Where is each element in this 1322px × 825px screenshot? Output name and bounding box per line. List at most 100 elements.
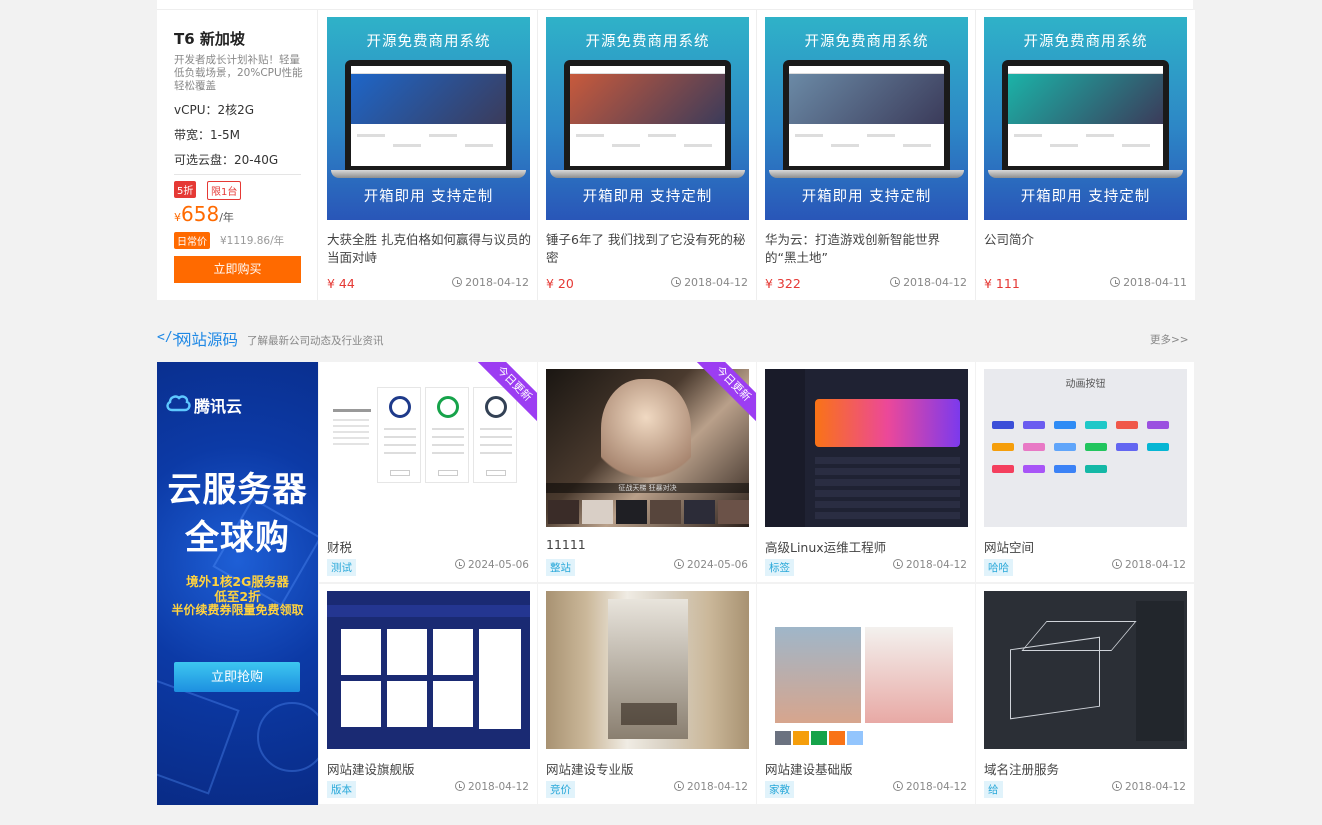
date-text: 2024-05-06 [467,559,529,571]
source-title[interactable]: 网站建设旗舰版 [327,759,415,778]
section-title[interactable]: 网站源码 [176,328,238,350]
flag-card [341,681,381,727]
server-description: 开发者成长计划补贴！轻量低负载场景，20%CPU性能轻松覆盖 [174,54,303,92]
clock-icon [671,277,682,287]
dash-row [815,490,960,497]
thumb-line [384,436,416,438]
clock-icon [1111,781,1122,791]
laptop-illustration [564,60,731,172]
source-card[interactable]: 网站建设基础版 家教 2018-04-12 [757,584,975,804]
source-thumbnail[interactable] [984,591,1187,749]
cad-box-top [1021,621,1137,651]
source-thumbnail[interactable] [765,591,968,749]
anim-button [1054,465,1076,473]
server-price: ¥658/年 [174,202,234,226]
source-tag[interactable]: 标签 [765,559,794,576]
screen-bar [576,134,604,137]
wuxia-seal [621,703,677,725]
tencent-cloud-ad[interactable]: 腾讯云 云服务器 全球购 境外1核2G服务器 低至2折 半价续费券限量免费领取 … [157,362,318,805]
date-text: 2018-04-12 [465,276,529,289]
source-date: 2018-04-12 [1111,559,1186,571]
screen-bar [903,144,931,147]
product-price: ¥ 44 [327,276,355,291]
source-title[interactable]: 网站建设基础版 [765,759,853,778]
source-card[interactable]: 网站建设专业版 竞价 2018-04-12 [538,584,756,804]
source-title[interactable]: 网站空间 [984,537,1034,556]
source-tag[interactable]: 整站 [546,559,575,576]
product-image[interactable]: 开源免费商用系统 开箱即用 支持定制 [327,17,530,220]
anim-button [1085,465,1107,473]
screen-nav [570,66,725,74]
source-title[interactable]: 网站建设专业版 [546,759,634,778]
banner-top-text: 开源免费商用系统 [585,34,710,50]
source-title[interactable]: 高级Linux运维工程师 [765,537,886,556]
source-tag[interactable]: 给 [984,781,1003,798]
product-card[interactable]: 开源免费商用系统 开箱即用 支持定制 华为云：打造游戏创新智能世界的“黑土地” ¥ 3… [757,10,976,300]
cad-panel [1136,601,1184,741]
poster-figure [601,379,691,489]
product-title[interactable]: 华为云：打造游戏创新智能世界的“黑土地” [765,231,970,267]
source-tag[interactable]: 测试 [327,559,356,576]
product-card[interactable]: 开源免费商用系统 开箱即用 支持定制 锤子6年了 我们找到了它没有死的秘密 ¥ 20 2… [538,10,757,300]
source-thumbnail[interactable] [327,369,530,527]
clock-icon [452,277,463,287]
screen-bar [684,144,712,147]
anim-button [992,443,1014,451]
source-title[interactable]: 财税 [327,537,352,556]
currency-symbol: ¥ [174,211,181,224]
source-card[interactable]: 网站建设旗舰版 版本 2018-04-12 [319,584,537,804]
source-tag[interactable]: 哈哈 [984,559,1013,576]
screen-body [795,130,938,160]
screen-nav [351,66,506,74]
source-thumbnail[interactable] [765,369,968,527]
source-thumbnail[interactable] [546,591,749,749]
date-text: 2018-04-12 [467,781,529,793]
product-card[interactable]: 开源免费商用系统 开箱即用 支持定制大获全胜 扎克伯格如何赢得与议员的当面对峙 ¥ … [319,10,538,300]
product-image[interactable]: 开源免费商用系统 开箱即用 支持定制 [546,17,749,220]
source-thumbnail[interactable] [327,591,530,749]
product-price: ¥ 20 [546,276,574,291]
source-thumbnail[interactable]: 征战天梯 狂暴对决 [546,369,749,527]
product-title[interactable]: 公司简介 [984,231,1189,249]
source-date: 2024-05-06 [673,559,748,571]
product-title[interactable]: 锤子6年了 我们找到了它没有死的秘密 [546,231,751,267]
product-image[interactable]: 开源免费商用系统 开箱即用 支持定制 [765,17,968,220]
photo-2 [865,627,953,723]
poster-caption: 征战天梯 狂暴对决 [546,483,749,493]
source-tag[interactable]: 竞价 [546,781,575,798]
buy-now-button[interactable]: 立即购买 [174,256,301,283]
thumb-line [384,444,416,446]
source-card[interactable]: 动画按钮网站空间哈哈 2018-04-12 [976,362,1194,582]
product-image[interactable]: 开源免费商用系统 开箱即用 支持定制 [984,17,1187,220]
source-title[interactable]: 域名注册服务 [984,759,1059,778]
thumb-card [377,387,421,483]
dash-hero [815,399,960,447]
product-title[interactable]: 大获全胜 扎克伯格如何赢得与议员的当面对峙 [327,231,532,267]
source-card[interactable]: 高级Linux运维工程师 标签 2018-04-12 [757,362,975,582]
source-card[interactable]: 征战天梯 狂暴对决 今日更新 11111 整站 2024-05-06 [538,362,756,582]
ad-buy-button[interactable]: 立即抢购 [174,662,300,692]
product-card[interactable]: 开源免费商用系统 开箱即用 支持定制 公司简介 ¥ 111 2018-04-11 [976,10,1195,300]
decor-shape [157,679,240,795]
source-card[interactable]: 域名注册服务给 2018-04-12 [976,584,1194,804]
anim-button [992,421,1014,429]
thumb-seal-icon [485,396,507,418]
source-card[interactable]: 今日更新 财税 测试 2024-05-06 [319,362,537,582]
price-unit: /年 [219,211,234,224]
date-text: 2018-04-12 [1124,559,1186,571]
section-subtitle: 了解最新公司动态及行业资讯 [247,335,384,347]
flag-side [479,629,521,729]
more-link[interactable]: 更多>> [1150,332,1189,347]
flag-card [433,629,473,675]
source-tag[interactable]: 版本 [327,781,356,798]
source-title[interactable]: 11111 [546,537,586,552]
date-text: 2018-04-12 [903,276,967,289]
laptop-screen [570,66,725,166]
photo-thumb [811,731,827,745]
screen-bar [1086,134,1114,137]
screen-hero [351,74,506,124]
source-thumbnail[interactable]: 动画按钮 [984,369,1187,527]
screen-nav [789,66,944,74]
clock-icon [673,781,684,791]
source-tag[interactable]: 家教 [765,781,794,798]
